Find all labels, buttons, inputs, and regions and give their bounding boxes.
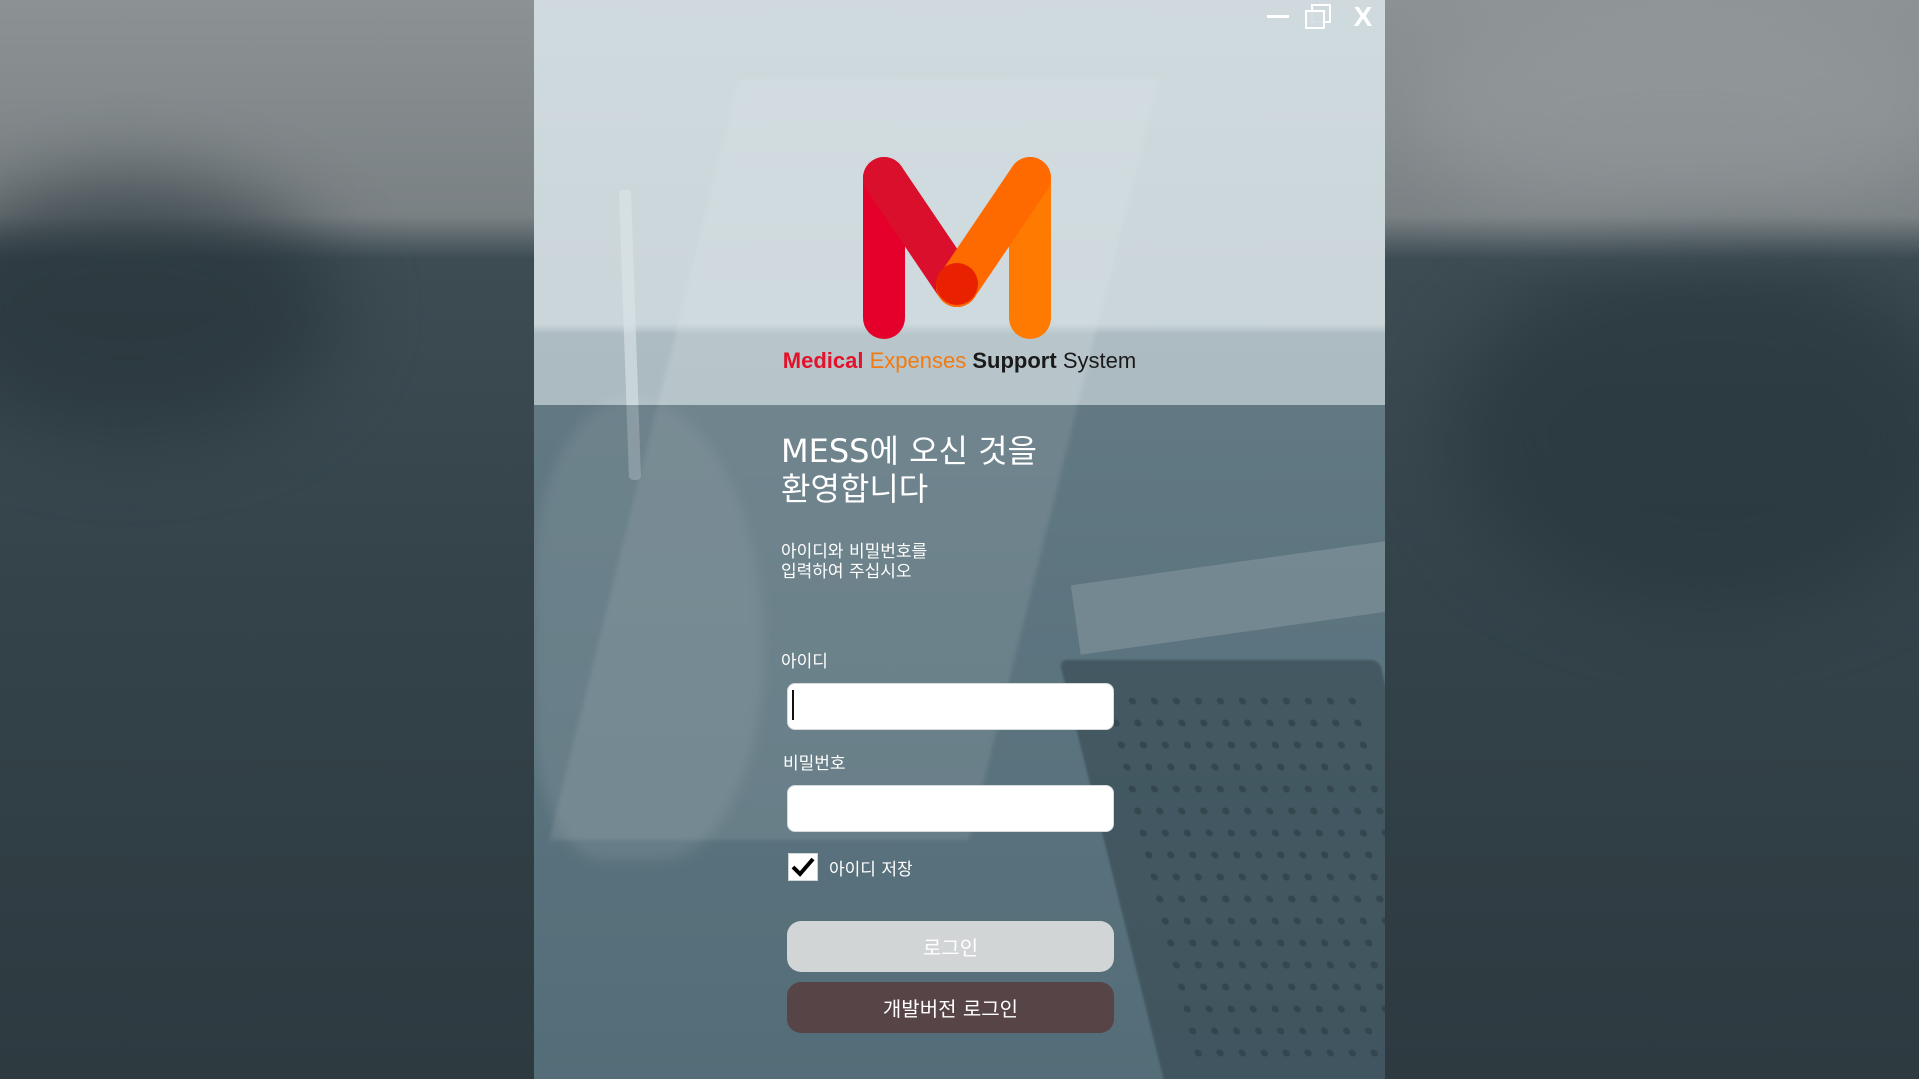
- id-label: 아이디: [781, 652, 828, 672]
- background-blur-shape: [1400, 0, 1919, 220]
- login-button[interactable]: 로그인: [787, 921, 1114, 972]
- login-window: X Medical Expenses Support System MESS에 …: [534, 0, 1385, 1079]
- checkmark-icon: [791, 857, 815, 877]
- welcome-line: 환영합니다: [781, 470, 929, 508]
- tagline-word: Support: [972, 348, 1057, 373]
- restore-button[interactable]: [1301, 2, 1335, 32]
- remember-id-checkbox[interactable]: [788, 853, 818, 881]
- remember-id-label[interactable]: 아이디 저장: [829, 855, 913, 880]
- password-label: 비밀번호: [783, 754, 846, 774]
- background-blur-shape: [0, 180, 340, 440]
- welcome-heading: MESS에 오신 것을 환영합니다: [781, 432, 1037, 508]
- mess-logo: [863, 157, 1051, 339]
- login-instruction: 아이디와 비밀번호를 입력하여 주십시오: [781, 542, 927, 582]
- instruction-line: 입력하여 주십시오: [781, 562, 912, 582]
- minimize-icon: [1267, 15, 1289, 18]
- tagline-word: System: [1062, 348, 1137, 373]
- instruction-line: 아이디와 비밀번호를: [781, 542, 928, 562]
- minimize-button[interactable]: [1261, 2, 1295, 32]
- id-input[interactable]: [787, 683, 1114, 730]
- text-caret: [792, 690, 794, 720]
- brand-tagline: Medical Expenses Support System: [534, 348, 1385, 374]
- close-button[interactable]: X: [1346, 1, 1380, 32]
- tagline-word: Expenses: [869, 348, 967, 373]
- restore-icon: [1305, 4, 1331, 29]
- dev-login-button[interactable]: 개발버전 로그인: [787, 982, 1114, 1033]
- background-blur-shape: [1450, 250, 1919, 610]
- tagline-word: Medical: [782, 348, 864, 373]
- password-input[interactable]: [787, 785, 1114, 832]
- welcome-line: MESS에 오신 것을: [781, 432, 1037, 470]
